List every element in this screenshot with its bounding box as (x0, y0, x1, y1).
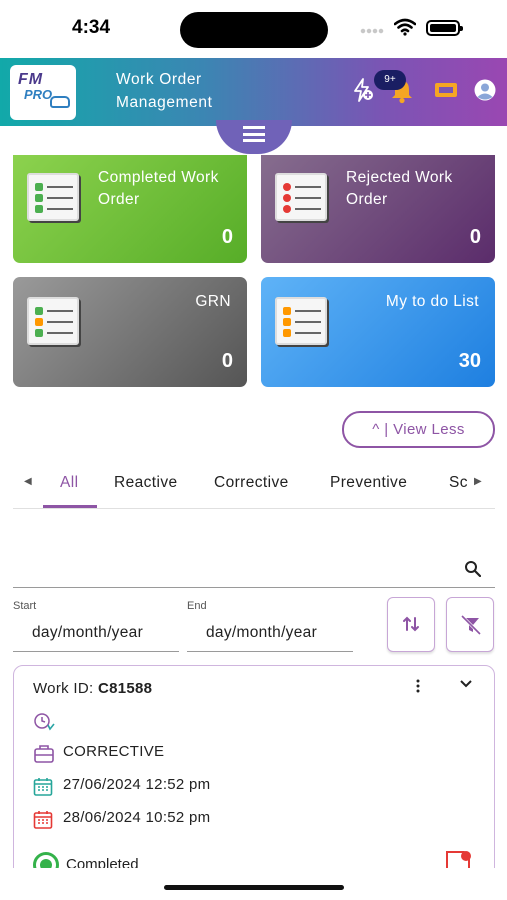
view-less-button[interactable]: ^ | View Less (342, 411, 495, 448)
work-type: CORRECTIVE (63, 743, 165, 760)
work-id-row: Work ID: C81588 (33, 680, 152, 697)
calendar-end-icon (33, 811, 53, 829)
home-indicator[interactable] (164, 885, 344, 890)
card-count: 0 (221, 226, 233, 248)
search-input[interactable] (13, 550, 495, 588)
app-title: Work Order Management (116, 71, 213, 111)
card-count: 0 (469, 226, 481, 248)
status-time: 4:34 (72, 17, 111, 38)
wifi-icon (394, 18, 416, 36)
notification-badge[interactable]: 9+ (374, 70, 406, 90)
card-title: Completed Work Order (98, 169, 219, 208)
user-icon[interactable] (474, 79, 496, 101)
active-tab-indicator (43, 505, 97, 508)
menu-button[interactable] (216, 120, 292, 154)
tab-all[interactable]: All (60, 474, 78, 492)
work-order-card[interactable]: Work ID: C81588 CORRECTIVE 27/06/2024 12… (13, 665, 495, 900)
logo-car-icon (50, 96, 70, 108)
logo-text: FM (18, 71, 44, 88)
end-date-field[interactable]: day/month/year (187, 618, 353, 652)
status-bar: 4:34 (0, 0, 507, 58)
briefcase-icon (34, 745, 54, 763)
tab-scroll-right-icon[interactable]: ▶ (474, 476, 482, 487)
chevron-down-icon[interactable] (459, 678, 473, 690)
completed-work-order-card[interactable]: Completed Work Order 0 (13, 155, 247, 263)
grn-list-icon (27, 297, 79, 345)
end-datetime: 28/06/2024 10:52 pm (63, 809, 211, 826)
card-count: 30 (458, 350, 481, 372)
filter-off-button[interactable] (446, 597, 494, 652)
rejected-list-icon (275, 173, 327, 221)
start-date-field[interactable]: day/month/year (13, 618, 179, 652)
card-title: Rejected Work Order (346, 169, 453, 208)
card-title: My to do List (385, 293, 479, 310)
todo-list-card[interactable]: My to do List 30 (261, 277, 495, 387)
end-date-label: End (187, 600, 207, 612)
ticket-icon[interactable] (434, 82, 458, 98)
rejected-work-order-card[interactable]: Rejected Work Order 0 (261, 155, 495, 263)
dynamic-island (180, 12, 328, 48)
card-count: 0 (221, 350, 233, 372)
bolt-icon[interactable] (352, 78, 374, 102)
battery-icon (426, 20, 463, 36)
tab-preventive[interactable]: Preventive (330, 474, 407, 492)
search-icon[interactable] (464, 560, 481, 577)
more-options-icon[interactable] (414, 678, 422, 694)
start-datetime: 27/06/2024 12:52 pm (63, 776, 211, 793)
app-header: FM PRO Work Order Management 9+ (0, 58, 507, 126)
grn-card[interactable]: GRN 0 (13, 277, 247, 387)
home-bar-area (0, 868, 507, 900)
work-id-label: Work ID: (33, 680, 98, 697)
calendar-start-icon (33, 778, 53, 796)
filter-tabs: ◀ All Reactive Corrective Preventive Sc … (13, 465, 495, 509)
menu-icon (243, 126, 265, 142)
card-title: GRN (195, 293, 231, 310)
sort-button[interactable] (387, 597, 435, 652)
signal-icon (360, 28, 384, 34)
tab-scroll-left-icon[interactable]: ◀ (24, 476, 32, 487)
todo-list-icon (275, 297, 327, 345)
checklist-icon (27, 173, 79, 221)
filter-off-icon (460, 614, 482, 636)
app-logo: FM PRO (10, 65, 76, 120)
tab-scheduled[interactable]: Sc (449, 474, 469, 492)
logo-sub: PRO (24, 87, 53, 102)
tab-reactive[interactable]: Reactive (114, 474, 178, 492)
tab-corrective[interactable]: Corrective (214, 474, 289, 492)
sort-icon (403, 616, 419, 632)
work-id-value: C81588 (97, 680, 153, 697)
start-date-label: Start (13, 600, 37, 612)
clock-icon (34, 713, 55, 731)
